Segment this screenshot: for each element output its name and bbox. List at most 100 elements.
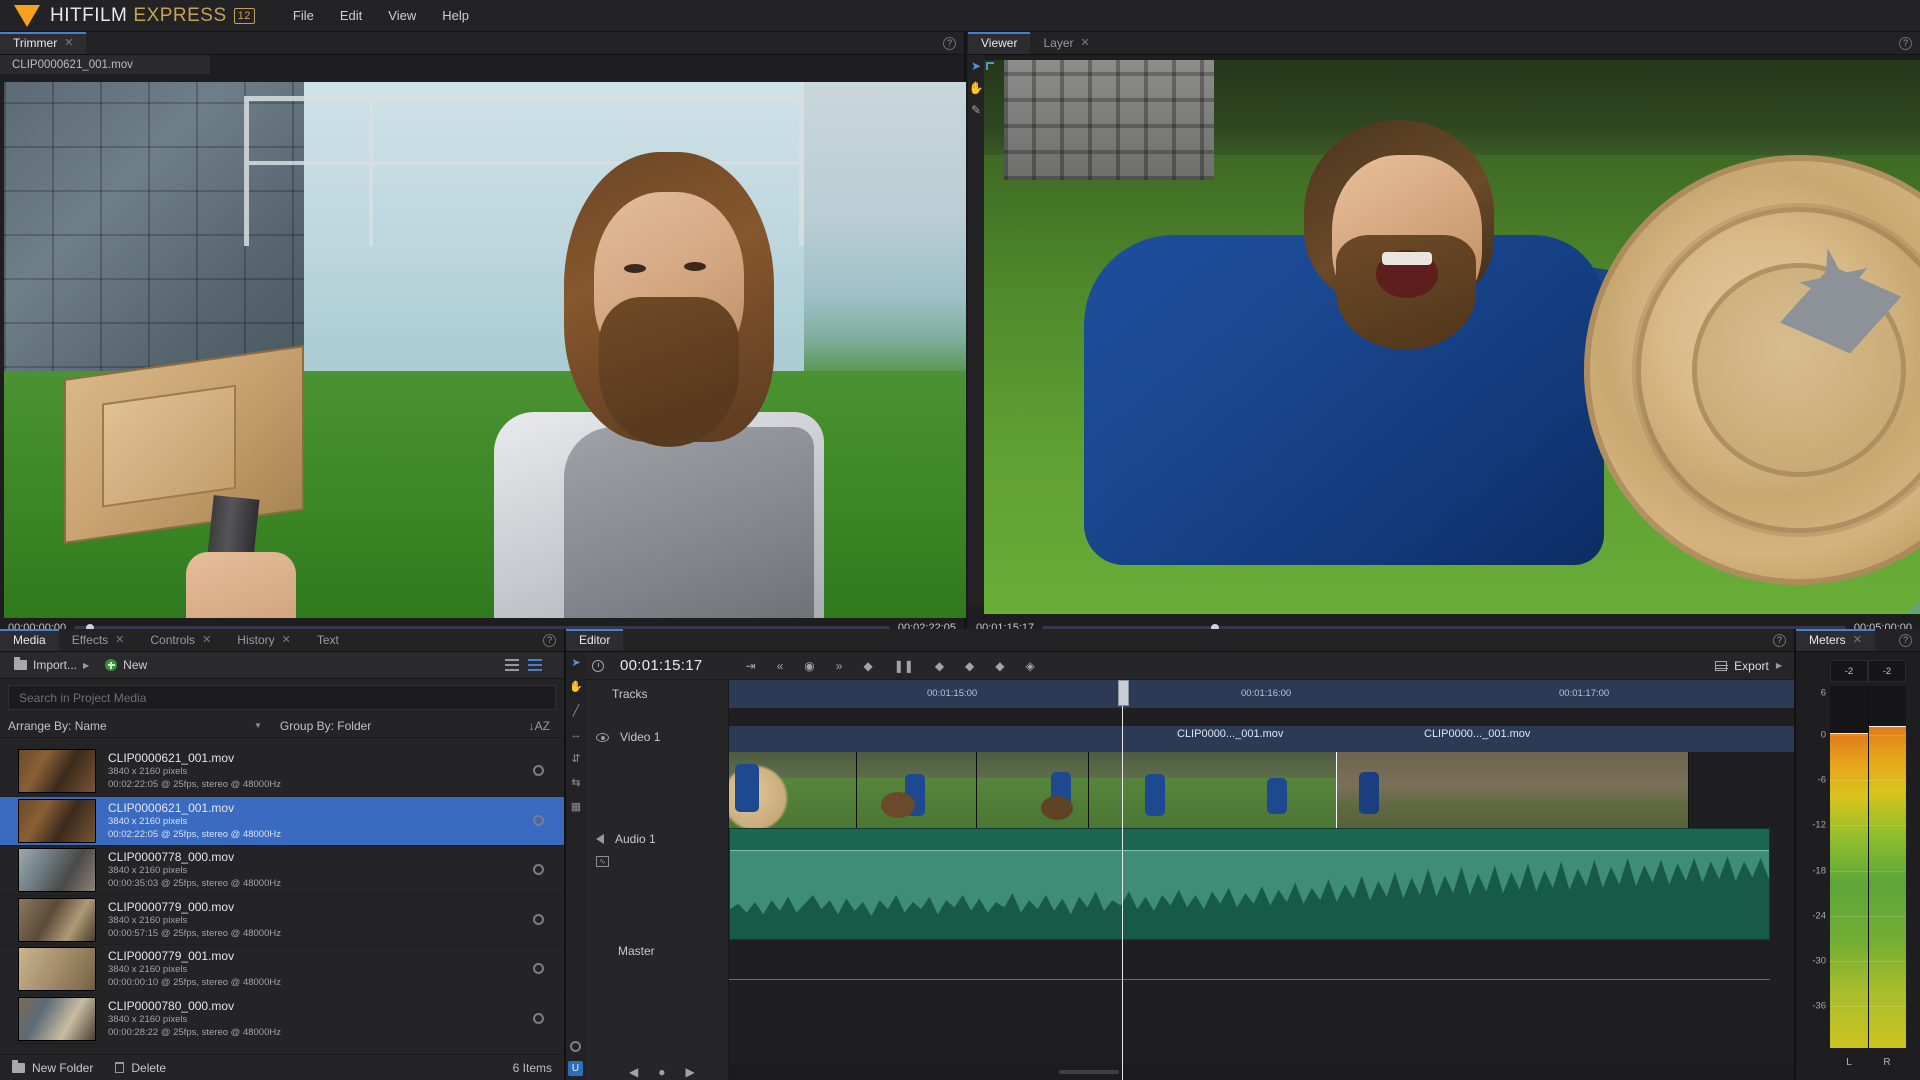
eye-icon[interactable] [596,732,609,742]
gear-icon[interactable] [533,864,544,875]
zoom-dot-icon[interactable]: ● [658,1066,665,1078]
help-icon[interactable]: ? [1773,634,1786,647]
list-item[interactable]: CLIP0000779_001.mov 3840 x 2160 pixels 0… [0,945,564,995]
editor-timecode[interactable]: 00:01:15:17 [620,657,703,674]
delete-button[interactable]: Delete [115,1061,166,1075]
list-item[interactable]: CLIP0000621_001.mov 3840 x 2160 pixels 0… [0,796,564,846]
help-icon[interactable]: ? [1899,37,1912,50]
audio-track-header[interactable]: Audio 1 ∿ [586,828,728,940]
menu-item-help[interactable]: Help [440,5,471,26]
tab-media[interactable]: Media [0,629,59,651]
slide-icon[interactable]: ⇵ [571,754,580,765]
marker-icon[interactable]: ◆ [935,660,944,672]
close-icon[interactable]: ✕ [282,634,291,646]
master-track-header[interactable]: Master [586,940,728,980]
close-icon[interactable]: ✕ [202,634,211,646]
chevron-right-icon[interactable]: ▶ [83,661,89,670]
trimmer-video-preview[interactable] [4,82,966,618]
list-item[interactable]: CLIP0000780_000.mov 3840 x 2160 pixels 0… [0,995,564,1044]
search-input[interactable]: Search in Project Media [8,685,556,710]
tab-trimmer[interactable]: Trimmer ✕ [0,32,87,54]
gear-icon[interactable] [533,913,544,925]
detail-view-icon[interactable] [528,659,542,671]
master-track-lane[interactable] [729,940,1770,980]
razor-icon[interactable]: ╱ [573,706,580,717]
gear-icon[interactable] [533,765,544,776]
marker-icon[interactable]: ◆ [965,660,974,672]
step-forward-icon[interactable]: » [836,660,843,672]
timeline-clip[interactable] [857,752,977,828]
timeline-clip[interactable] [729,752,857,828]
export-frame-icon[interactable]: ⇥ [746,660,756,672]
timeline-area[interactable]: 00:01:15:00 00:01:16:00 00:01:17:00 CLIP… [729,680,1794,1080]
chevron-left-icon[interactable]: ◀ [629,1066,638,1078]
help-icon[interactable]: ? [1899,634,1912,647]
speaker-icon[interactable] [596,834,604,844]
sort-az-icon[interactable]: ↓A​Z [529,719,550,733]
eyedropper-icon[interactable]: ✎ [971,104,981,116]
menu-item-view[interactable]: View [386,5,418,26]
timeline-clip[interactable] [1089,752,1337,828]
tab-layer[interactable]: Layer ✕ [1030,32,1102,54]
chevron-right-icon[interactable]: ▶ [685,1066,694,1078]
viewer-video-preview[interactable] [984,60,1920,614]
hand-pan-icon[interactable]: ✋ [569,682,583,693]
timeline-horizontal-scrollbar[interactable] [729,1064,1794,1080]
marker-end-icon[interactable]: ◈ [1026,660,1035,672]
media-item-list[interactable]: CLIP0000621_001.mov 3840 x 2160 pixels 0… [0,747,564,1052]
ripple-icon[interactable]: ⇆ [571,778,580,789]
tab-controls[interactable]: Controls ✕ [137,629,224,651]
viewer-bounds-handle-tl[interactable] [986,62,994,70]
list-item[interactable]: CLIP0000621_001.mov 3840 x 2160 pixels 0… [0,747,564,797]
arrange-by-select[interactable]: Arrange By: Name [8,719,254,733]
slip-icon[interactable]: ↔ [571,730,582,741]
export-button[interactable]: Export ▶ [1715,659,1782,673]
list-item[interactable]: CLIP0000779_000.mov 3840 x 2160 pixels 0… [0,896,564,945]
close-icon[interactable]: ✕ [1081,37,1090,49]
select-arrow-icon[interactable]: ➤ [571,658,580,669]
video-track-header[interactable]: Video 1 [586,726,728,828]
keyframe-icon[interactable]: ◆ [863,660,872,672]
new-folder-button[interactable]: New Folder [12,1059,93,1075]
tab-editor[interactable]: Editor [566,629,624,651]
menu-item-edit[interactable]: Edit [338,5,364,26]
tab-effects[interactable]: Effects ✕ [59,629,138,651]
close-icon[interactable]: ✕ [115,634,124,646]
scrollbar-thumb[interactable] [1059,1070,1119,1074]
tab-viewer[interactable]: Viewer [968,32,1031,54]
timeline-playhead[interactable] [1118,680,1129,1080]
waveform-icon[interactable]: ∿ [596,855,609,867]
chevron-right-icon[interactable]: ▶ [1776,661,1782,670]
peak-left-value[interactable]: -2 [1830,660,1868,682]
tab-history[interactable]: History ✕ [224,629,304,651]
gear-icon[interactable] [533,963,544,974]
record-icon[interactable]: ◉ [804,660,814,672]
select-arrow-icon[interactable]: ➤ [971,60,981,72]
peak-right-value[interactable]: -2 [1868,660,1906,682]
timeline-ruler[interactable]: 00:01:15:00 00:01:16:00 00:01:17:00 [729,680,1794,708]
close-icon[interactable]: ✕ [1853,634,1862,646]
gear-icon[interactable] [570,1041,581,1052]
list-view-icon[interactable] [505,659,519,671]
chevron-down-icon[interactable]: ▼ [254,721,262,730]
gear-icon[interactable] [533,814,544,826]
import-button[interactable]: Import... ▶ [14,657,89,672]
gear-icon[interactable] [533,1012,544,1024]
new-button[interactable]: New [105,658,147,672]
timeline-clip[interactable] [1337,752,1689,828]
hand-pan-icon[interactable]: ✋ [969,82,984,94]
audio-track-lane[interactable] [729,828,1794,940]
viewer-bounds-handle-br[interactable] [1910,604,1918,612]
pause-icon[interactable]: ❚❚ [894,660,914,672]
help-icon[interactable]: ? [543,634,556,647]
help-icon[interactable]: ? [943,37,956,50]
step-back-icon[interactable]: « [777,660,784,672]
unlink-badge[interactable]: U [568,1061,583,1076]
menu-item-file[interactable]: File [291,5,316,26]
group-by-select[interactable]: Group By: Folder [280,719,371,733]
crop-icon[interactable]: ▦ [571,802,581,813]
marker-icon[interactable]: ◆ [995,660,1004,672]
tab-text[interactable]: Text [304,629,352,651]
list-item[interactable]: CLIP0000778_000.mov 3840 x 2160 pixels 0… [0,846,564,896]
tab-meters[interactable]: Meters ✕ [1796,629,1875,651]
